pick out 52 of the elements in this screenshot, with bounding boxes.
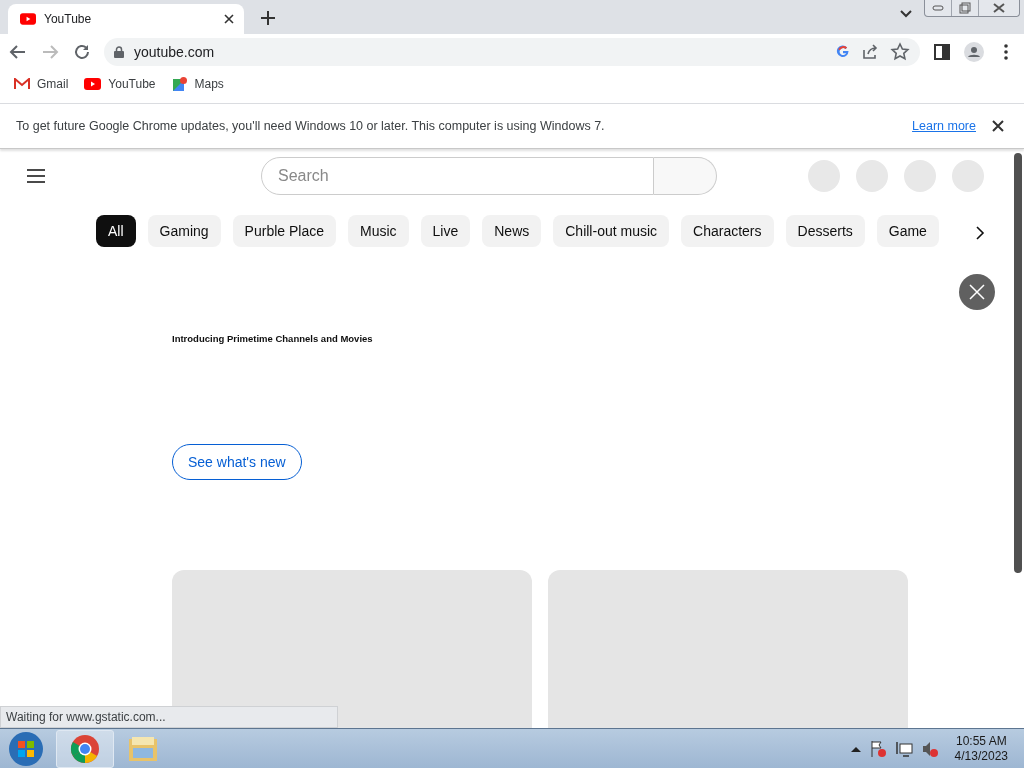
bookmark[interactable]: YouTube bbox=[84, 77, 156, 91]
filter-chip[interactable]: Purble Place bbox=[232, 215, 336, 247]
start-button[interactable] bbox=[8, 731, 44, 767]
bookmark[interactable]: Gmail bbox=[14, 77, 69, 91]
filter-chip[interactable]: All bbox=[96, 215, 136, 247]
play-logo-icon bbox=[20, 13, 36, 25]
browser-tab[interactable]: YouTube bbox=[8, 4, 244, 34]
search-field[interactable]: Search bbox=[261, 157, 654, 195]
promo-title: Introducing Primetime Channels and Movies bbox=[172, 333, 374, 344]
infobar-message: To get future Google Chrome updates, you'll need Windows 10 or later. This computer is using Windows 7. bbox=[16, 119, 606, 133]
map-pin-icon bbox=[171, 76, 188, 92]
minimize-icon bbox=[932, 5, 944, 11]
filter-chip[interactable]: Chill-out music bbox=[553, 215, 670, 247]
bookmark[interactable]: Maps bbox=[171, 76, 224, 92]
reload-icon[interactable] bbox=[72, 42, 92, 62]
see-whats-new-button[interactable]: See what's new bbox=[172, 444, 302, 480]
filter-chip[interactable]: Gaming bbox=[147, 215, 221, 247]
close-icon[interactable] bbox=[224, 14, 234, 24]
menu-icon[interactable] bbox=[26, 166, 46, 186]
speaker-icon[interactable] bbox=[920, 740, 939, 758]
learn-more-link[interactable]: Learn more bbox=[912, 119, 976, 133]
close-button[interactable] bbox=[959, 274, 995, 310]
filter-chip[interactable]: Game bbox=[876, 215, 939, 247]
lock-icon bbox=[114, 46, 124, 58]
star-icon[interactable] bbox=[890, 42, 910, 62]
filter-chip[interactable]: Desserts bbox=[785, 215, 865, 247]
mail-icon bbox=[14, 78, 30, 90]
tab-title: YouTube bbox=[44, 12, 93, 26]
filter-chip[interactable]: Music bbox=[348, 215, 409, 247]
close-icon bbox=[968, 283, 986, 301]
play-logo-icon bbox=[84, 78, 102, 90]
flag-icon[interactable] bbox=[868, 740, 887, 758]
status-bubble: Waiting for www.gstatic.com... bbox=[0, 706, 338, 728]
scrollbar[interactable] bbox=[1014, 153, 1022, 573]
circle-logo-icon bbox=[70, 734, 100, 764]
filter-chip[interactable]: Characters bbox=[681, 215, 774, 247]
chevron-down-icon[interactable] bbox=[900, 10, 912, 18]
filter-chip[interactable]: Live bbox=[420, 215, 471, 247]
restore-icon bbox=[959, 2, 971, 14]
address-bar[interactable]: youtube.com bbox=[104, 38, 920, 66]
network-icon[interactable] bbox=[894, 740, 913, 758]
profile-icon[interactable] bbox=[964, 42, 984, 62]
close-icon bbox=[992, 3, 1006, 13]
filter-chip[interactable]: News bbox=[482, 215, 542, 247]
clock[interactable]: 10:55 AM 4/13/2023 bbox=[954, 734, 1008, 764]
plus-icon[interactable] bbox=[258, 8, 278, 28]
side-panel-icon[interactable] bbox=[932, 42, 952, 62]
folder-icon bbox=[128, 736, 158, 762]
google-g-icon[interactable] bbox=[836, 45, 850, 59]
share-icon[interactable] bbox=[860, 42, 880, 62]
taskbar-app[interactable] bbox=[56, 730, 114, 768]
triangle-up-icon[interactable] bbox=[850, 746, 861, 752]
